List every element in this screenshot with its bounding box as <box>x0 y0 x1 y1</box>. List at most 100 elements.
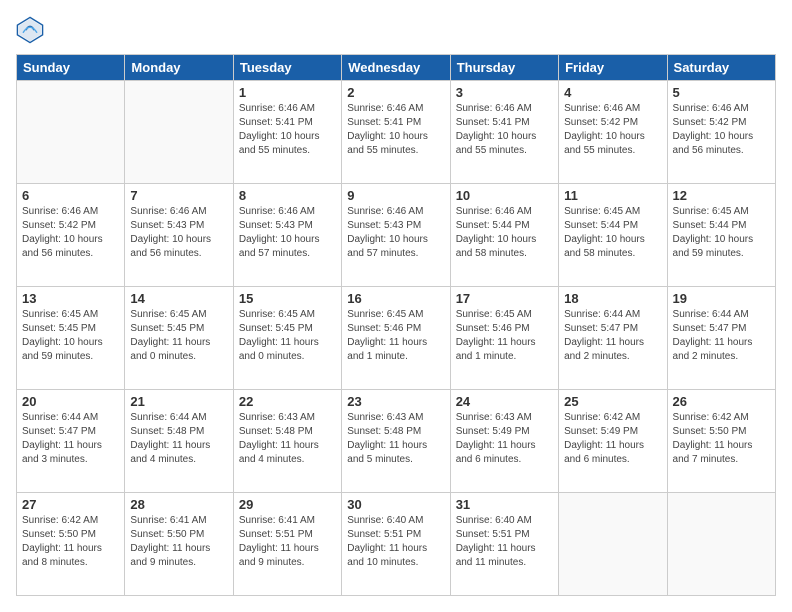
day-info: Sunrise: 6:44 AM Sunset: 5:47 PM Dayligh… <box>564 308 661 364</box>
weekday-thursday: Thursday <box>450 55 558 81</box>
calendar-cell <box>125 81 233 184</box>
day-info: Sunrise: 6:40 AM Sunset: 5:51 PM Dayligh… <box>456 514 553 570</box>
calendar-cell: 11 Sunrise: 6:45 AM Sunset: 5:44 PM Dayli… <box>559 184 667 287</box>
calendar-cell: 16 Sunrise: 6:45 AM Sunset: 5:46 PM Dayli… <box>342 287 450 390</box>
day-number: 18 <box>564 291 661 306</box>
calendar-cell: 18 Sunrise: 6:44 AM Sunset: 5:47 PM Dayli… <box>559 287 667 390</box>
calendar-cell <box>17 81 125 184</box>
calendar-cell <box>667 493 775 596</box>
week-row-5: 27Sunrise: 6:42 AM Sunset: 5:50 PM Dayli… <box>17 493 776 596</box>
calendar-cell: 20 Sunrise: 6:44 AM Sunset: 5:47 PM Dayli… <box>17 390 125 493</box>
day-info: Sunrise: 6:45 AM Sunset: 5:45 PM Dayligh… <box>239 308 336 364</box>
day-number: 29 <box>239 497 336 512</box>
calendar-cell: 21 Sunrise: 6:44 AM Sunset: 5:48 PM Dayli… <box>125 390 233 493</box>
day-number: 31 <box>456 497 553 512</box>
day-info: Sunrise: 6:46 AM Sunset: 5:42 PM Dayligh… <box>673 102 770 158</box>
day-info: Sunrise: 6:45 AM Sunset: 5:45 PM Dayligh… <box>130 308 227 364</box>
day-number: 9 <box>347 188 444 203</box>
calendar-cell: 24 Sunrise: 6:43 AM Sunset: 5:49 PM Dayli… <box>450 390 558 493</box>
day-info: Sunrise: 6:44 AM Sunset: 5:47 PM Dayligh… <box>22 411 119 467</box>
day-info: Sunrise: 6:43 AM Sunset: 5:49 PM Dayligh… <box>456 411 553 467</box>
week-row-2: 6Sunrise: 6:46 AM Sunset: 5:42 PM Daylig… <box>17 184 776 287</box>
day-number: 4 <box>564 85 661 100</box>
day-number: 5 <box>673 85 770 100</box>
page: SundayMondayTuesdayWednesdayThursdayFrid… <box>0 0 792 612</box>
day-info: Sunrise: 6:46 AM Sunset: 5:43 PM Dayligh… <box>347 205 444 261</box>
day-number: 16 <box>347 291 444 306</box>
calendar-cell: 19 Sunrise: 6:44 AM Sunset: 5:47 PM Dayli… <box>667 287 775 390</box>
week-row-4: 20 Sunrise: 6:44 AM Sunset: 5:47 PM Dayli… <box>17 390 776 493</box>
day-number: 26 <box>673 394 770 409</box>
day-info: Sunrise: 6:46 AM Sunset: 5:43 PM Dayligh… <box>239 205 336 261</box>
day-info: Sunrise: 6:45 AM Sunset: 5:46 PM Dayligh… <box>347 308 444 364</box>
calendar-cell: 27Sunrise: 6:42 AM Sunset: 5:50 PM Dayli… <box>17 493 125 596</box>
calendar-cell: 12Sunrise: 6:45 AM Sunset: 5:44 PM Dayli… <box>667 184 775 287</box>
calendar-cell <box>559 493 667 596</box>
weekday-tuesday: Tuesday <box>233 55 341 81</box>
day-number: 11 <box>564 188 661 203</box>
calendar-cell: 4 Sunrise: 6:46 AM Sunset: 5:42 PM Daylig… <box>559 81 667 184</box>
weekday-wednesday: Wednesday <box>342 55 450 81</box>
day-info: Sunrise: 6:44 AM Sunset: 5:47 PM Dayligh… <box>673 308 770 364</box>
day-info: Sunrise: 6:46 AM Sunset: 5:41 PM Dayligh… <box>347 102 444 158</box>
calendar-cell: 22Sunrise: 6:43 AM Sunset: 5:48 PM Dayli… <box>233 390 341 493</box>
calendar-cell: 9 Sunrise: 6:46 AM Sunset: 5:43 PM Daylig… <box>342 184 450 287</box>
calendar-cell: 30Sunrise: 6:40 AM Sunset: 5:51 PM Dayli… <box>342 493 450 596</box>
day-number: 17 <box>456 291 553 306</box>
calendar-table: SundayMondayTuesdayWednesdayThursdayFrid… <box>16 54 776 596</box>
calendar-cell: 31 Sunrise: 6:40 AM Sunset: 5:51 PM Dayli… <box>450 493 558 596</box>
day-info: Sunrise: 6:45 AM Sunset: 5:44 PM Dayligh… <box>673 205 770 261</box>
day-info: Sunrise: 6:40 AM Sunset: 5:51 PM Dayligh… <box>347 514 444 570</box>
day-info: Sunrise: 6:46 AM Sunset: 5:41 PM Dayligh… <box>456 102 553 158</box>
day-info: Sunrise: 6:46 AM Sunset: 5:41 PM Dayligh… <box>239 102 336 158</box>
calendar-cell: 5 Sunrise: 6:46 AM Sunset: 5:42 PM Daylig… <box>667 81 775 184</box>
calendar-cell: 8 Sunrise: 6:46 AM Sunset: 5:43 PM Daylig… <box>233 184 341 287</box>
calendar-cell: 28Sunrise: 6:41 AM Sunset: 5:50 PM Dayli… <box>125 493 233 596</box>
day-number: 24 <box>456 394 553 409</box>
day-info: Sunrise: 6:45 AM Sunset: 5:44 PM Dayligh… <box>564 205 661 261</box>
day-number: 27 <box>22 497 119 512</box>
week-row-1: 1 Sunrise: 6:46 AM Sunset: 5:41 PM Daylig… <box>17 81 776 184</box>
logo <box>16 16 46 44</box>
day-number: 20 <box>22 394 119 409</box>
day-number: 25 <box>564 394 661 409</box>
day-number: 7 <box>130 188 227 203</box>
calendar-cell: 14 Sunrise: 6:45 AM Sunset: 5:45 PM Dayli… <box>125 287 233 390</box>
day-number: 10 <box>456 188 553 203</box>
weekday-saturday: Saturday <box>667 55 775 81</box>
day-number: 1 <box>239 85 336 100</box>
weekday-sunday: Sunday <box>17 55 125 81</box>
day-number: 3 <box>456 85 553 100</box>
calendar-cell: 2 Sunrise: 6:46 AM Sunset: 5:41 PM Daylig… <box>342 81 450 184</box>
day-info: Sunrise: 6:45 AM Sunset: 5:46 PM Dayligh… <box>456 308 553 364</box>
day-number: 8 <box>239 188 336 203</box>
day-number: 6 <box>22 188 119 203</box>
calendar-cell: 26 Sunrise: 6:42 AM Sunset: 5:50 PM Dayli… <box>667 390 775 493</box>
calendar-cell: 6Sunrise: 6:46 AM Sunset: 5:42 PM Daylig… <box>17 184 125 287</box>
day-info: Sunrise: 6:46 AM Sunset: 5:43 PM Dayligh… <box>130 205 227 261</box>
day-info: Sunrise: 6:46 AM Sunset: 5:42 PM Dayligh… <box>564 102 661 158</box>
calendar-cell: 23Sunrise: 6:43 AM Sunset: 5:48 PM Dayli… <box>342 390 450 493</box>
calendar-cell: 25Sunrise: 6:42 AM Sunset: 5:49 PM Dayli… <box>559 390 667 493</box>
day-number: 21 <box>130 394 227 409</box>
calendar-cell: 3 Sunrise: 6:46 AM Sunset: 5:41 PM Daylig… <box>450 81 558 184</box>
calendar-cell: 7 Sunrise: 6:46 AM Sunset: 5:43 PM Daylig… <box>125 184 233 287</box>
day-info: Sunrise: 6:41 AM Sunset: 5:50 PM Dayligh… <box>130 514 227 570</box>
weekday-monday: Monday <box>125 55 233 81</box>
day-number: 15 <box>239 291 336 306</box>
day-number: 19 <box>673 291 770 306</box>
day-info: Sunrise: 6:46 AM Sunset: 5:44 PM Dayligh… <box>456 205 553 261</box>
weekday-friday: Friday <box>559 55 667 81</box>
calendar-cell: 10 Sunrise: 6:46 AM Sunset: 5:44 PM Dayli… <box>450 184 558 287</box>
day-number: 22 <box>239 394 336 409</box>
day-info: Sunrise: 6:42 AM Sunset: 5:50 PM Dayligh… <box>673 411 770 467</box>
weekday-header-row: SundayMondayTuesdayWednesdayThursdayFrid… <box>17 55 776 81</box>
day-number: 2 <box>347 85 444 100</box>
day-number: 23 <box>347 394 444 409</box>
day-info: Sunrise: 6:45 AM Sunset: 5:45 PM Dayligh… <box>22 308 119 364</box>
day-number: 14 <box>130 291 227 306</box>
calendar-cell: 15 Sunrise: 6:45 AM Sunset: 5:45 PM Dayli… <box>233 287 341 390</box>
week-row-3: 13Sunrise: 6:45 AM Sunset: 5:45 PM Dayli… <box>17 287 776 390</box>
day-info: Sunrise: 6:44 AM Sunset: 5:48 PM Dayligh… <box>130 411 227 467</box>
calendar-cell: 1 Sunrise: 6:46 AM Sunset: 5:41 PM Daylig… <box>233 81 341 184</box>
